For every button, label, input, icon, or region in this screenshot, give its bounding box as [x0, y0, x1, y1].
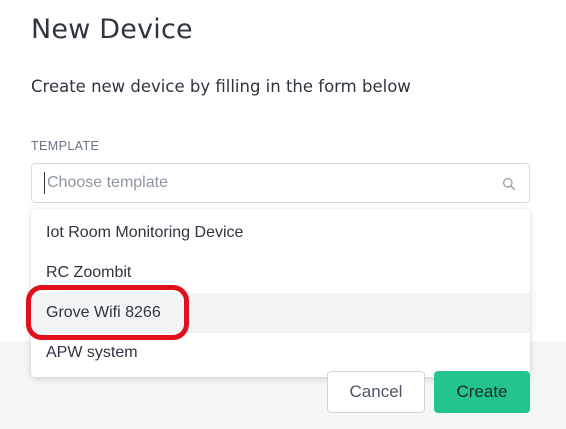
template-option-iot-room-monitoring-device[interactable]: Iot Room Monitoring Device — [31, 213, 530, 253]
dialog-title: New Device — [31, 14, 193, 45]
template-option-apw-system[interactable]: APW system — [31, 333, 530, 373]
template-option-grove-wifi-8266[interactable]: Grove Wifi 8266 — [31, 293, 530, 333]
template-dropdown-menu: Iot Room Monitoring Device RC Zoombit Gr… — [31, 209, 530, 377]
search-icon — [502, 177, 516, 191]
cancel-button[interactable]: Cancel — [327, 371, 425, 413]
template-field-label: TEMPLATE — [31, 139, 100, 153]
create-button[interactable]: Create — [434, 371, 530, 413]
dialog-subtitle: Create new device by filling in the form… — [31, 77, 411, 96]
template-select[interactable] — [31, 163, 530, 203]
template-search-input[interactable] — [44, 172, 484, 194]
template-option-rc-zoombit[interactable]: RC Zoombit — [31, 253, 530, 293]
